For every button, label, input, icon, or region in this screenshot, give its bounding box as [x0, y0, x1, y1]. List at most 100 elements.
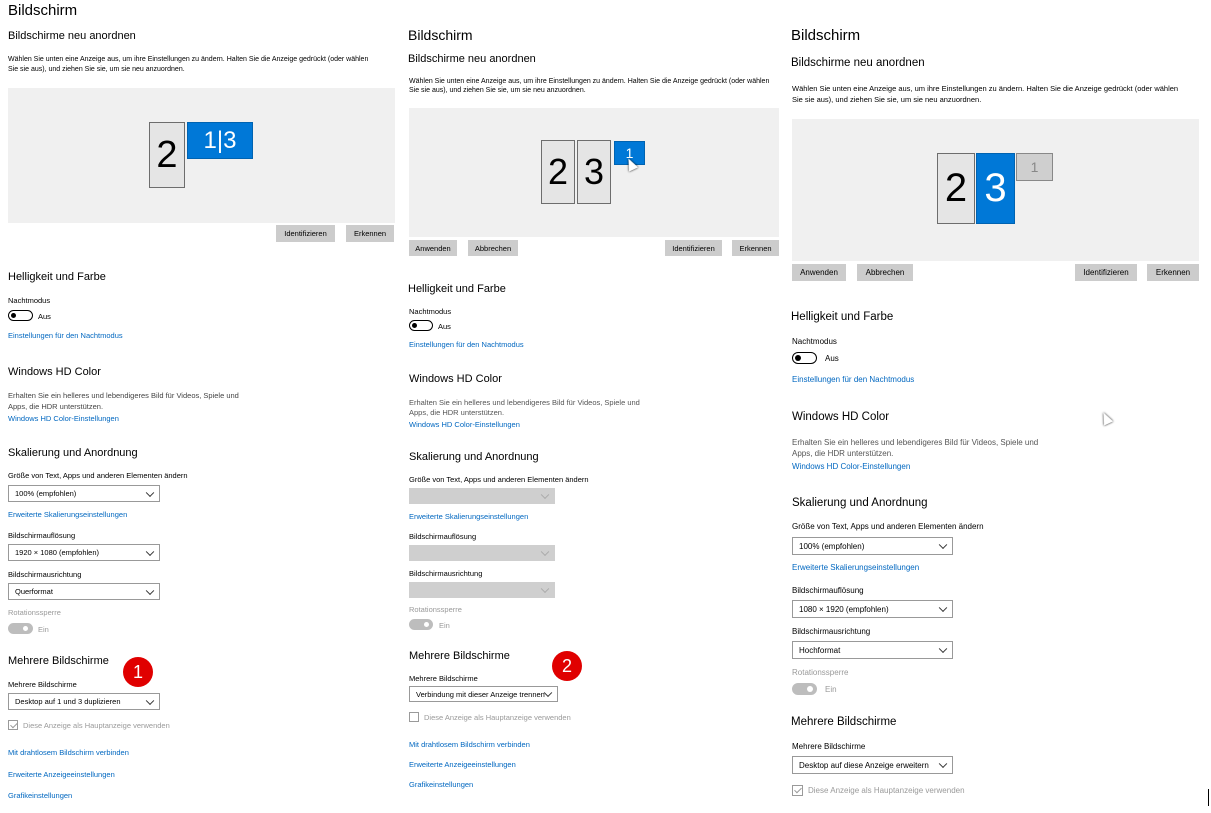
- hd-color-description: Apps, die HDR unterstützen.: [8, 402, 104, 411]
- checkmark-icon: [794, 785, 802, 794]
- detect-button[interactable]: Erkennen: [1147, 264, 1199, 281]
- resolution-value: 1080 × 1920 (empfohlen): [799, 604, 889, 614]
- annotation-badge: 2: [552, 651, 582, 681]
- rearrange-description: Sie sie aus), und ziehen Sie sie, um sie…: [792, 95, 982, 104]
- settings-panel-1: Bildschirm Bildschirme neu anordnen Wähl…: [0, 0, 400, 813]
- orientation-dropdown: [409, 582, 555, 598]
- identify-button[interactable]: Identifizieren: [276, 225, 335, 242]
- apply-button[interactable]: Anwenden: [409, 240, 457, 256]
- identify-button[interactable]: Identifizieren: [1075, 264, 1137, 281]
- rotation-lock-label: Rotationssperre: [409, 605, 462, 614]
- mouse-pointer-icon: [1098, 410, 1114, 426]
- multiple-displays-value: Desktop auf 1 und 3 duplizieren: [15, 697, 121, 706]
- scale-dropdown[interactable]: 100% (empfohlen): [8, 485, 160, 502]
- text-caret: [1208, 789, 1209, 806]
- multiple-displays-label: Mehrere Bildschirme: [409, 674, 478, 683]
- hd-color-settings-link[interactable]: Windows HD Color-Einstellungen: [792, 462, 910, 471]
- night-mode-toggle[interactable]: [409, 320, 433, 331]
- orientation-value: Hochformat: [799, 645, 841, 655]
- monitor-2[interactable]: 2: [937, 153, 975, 224]
- monitor-1-3[interactable]: 1|3: [187, 122, 253, 159]
- orientation-dropdown[interactable]: Hochformat: [792, 641, 953, 659]
- cancel-button[interactable]: Abbrechen: [857, 264, 913, 281]
- night-mode-toggle[interactable]: [8, 310, 33, 321]
- hd-color-description: Erhalten Sie ein helleres und lebendiger…: [409, 398, 640, 407]
- night-mode-state: Aus: [825, 354, 839, 363]
- resolution-dropdown: [409, 545, 555, 561]
- chevron-down-icon: [145, 488, 155, 497]
- chevron-down-icon: [938, 759, 948, 769]
- multiple-displays-label: Mehrere Bildschirme: [8, 680, 77, 689]
- resolution-label: Bildschirmauflösung: [8, 531, 76, 540]
- rearrange-heading: Bildschirme neu anordnen: [791, 57, 925, 69]
- night-mode-toggle[interactable]: [792, 352, 817, 364]
- multiple-displays-dropdown[interactable]: Desktop auf 1 und 3 duplizieren: [8, 693, 160, 710]
- rotation-lock-toggle: [792, 683, 817, 695]
- graphics-settings-link[interactable]: Grafikeinstellungen: [409, 780, 473, 789]
- monitor-2[interactable]: 2: [541, 140, 575, 204]
- advanced-scaling-link[interactable]: Erweiterte Skalierungseinstellungen: [409, 512, 528, 521]
- night-mode-settings-link[interactable]: Einstellungen für den Nachtmodus: [409, 340, 524, 349]
- apply-button[interactable]: Anwenden: [792, 264, 846, 281]
- main-display-label: Diese Anzeige als Hauptanzeige verwenden: [23, 721, 170, 730]
- night-mode-label: Nachtmodus: [8, 296, 51, 305]
- hd-color-settings-link[interactable]: Windows HD Color-Einstellungen: [409, 420, 520, 429]
- main-display-checkbox[interactable]: [8, 720, 18, 730]
- chevron-down-icon: [145, 696, 155, 705]
- monitor-1[interactable]: 1: [1016, 153, 1053, 181]
- multiple-displays-dropdown[interactable]: Desktop auf diese Anzeige erweitern: [792, 756, 953, 774]
- monitor-2[interactable]: 2: [149, 122, 185, 188]
- scale-dropdown[interactable]: 100% (empfohlen): [792, 537, 953, 555]
- wireless-display-link[interactable]: Mit drahtlosem Bildschirm verbinden: [8, 748, 129, 757]
- advanced-display-link[interactable]: Erweiterte Anzeigeeinstellungen: [8, 770, 115, 779]
- chevron-down-icon: [145, 547, 155, 556]
- night-mode-settings-link[interactable]: Einstellungen für den Nachtmodus: [8, 331, 123, 340]
- rotation-lock-state: Ein: [439, 621, 450, 630]
- display-arrangement-canvas[interactable]: 2 3 1: [792, 119, 1199, 261]
- monitor-3[interactable]: 3: [976, 153, 1015, 224]
- hd-color-heading: Windows HD Color: [409, 373, 502, 385]
- detect-button[interactable]: Erkennen: [732, 240, 779, 256]
- wireless-display-link[interactable]: Mit drahtlosem Bildschirm verbinden: [409, 740, 530, 749]
- main-display-checkbox[interactable]: [409, 712, 419, 722]
- graphics-settings-link[interactable]: Grafikeinstellungen: [8, 791, 72, 800]
- advanced-scaling-link[interactable]: Erweiterte Skalierungseinstellungen: [8, 510, 127, 519]
- main-display-label: Diese Anzeige als Hauptanzeige verwenden: [424, 713, 571, 722]
- rearrange-description: Wählen Sie unten eine Anzeige aus, um ih…: [8, 56, 369, 63]
- night-mode-label: Nachtmodus: [409, 307, 452, 316]
- cancel-button[interactable]: Abbrechen: [468, 240, 518, 256]
- chevron-down-icon: [145, 586, 155, 595]
- orientation-dropdown[interactable]: Querformat: [8, 583, 160, 600]
- multiple-displays-dropdown[interactable]: Verbindung mit dieser Anzeige trennen: [409, 686, 558, 702]
- chevron-down-icon: [543, 688, 553, 698]
- night-mode-settings-link[interactable]: Einstellungen für den Nachtmodus: [792, 375, 914, 384]
- chevron-down-icon: [938, 603, 948, 613]
- hd-color-description: Apps, die HDR unterstützen.: [792, 449, 894, 458]
- resolution-dropdown[interactable]: 1080 × 1920 (empfohlen): [792, 600, 953, 618]
- monitor-3[interactable]: 3: [577, 140, 611, 204]
- identify-button[interactable]: Identifizieren: [665, 240, 722, 256]
- resolution-label: Bildschirmauflösung: [792, 586, 864, 595]
- main-display-checkbox[interactable]: [792, 785, 803, 796]
- scaling-heading: Skalierung und Anordnung: [8, 447, 138, 459]
- multiple-displays-heading: Mehrere Bildschirme: [8, 655, 109, 667]
- display-arrangement-canvas[interactable]: 2 1|3: [8, 88, 395, 223]
- resolution-value: 1920 × 1080 (empfohlen): [15, 548, 100, 557]
- advanced-scaling-link[interactable]: Erweiterte Skalierungseinstellungen: [792, 563, 919, 572]
- brightness-heading: Helligkeit und Farbe: [791, 311, 894, 323]
- advanced-display-link[interactable]: Erweiterte Anzeigeeinstellungen: [409, 760, 516, 769]
- hd-color-heading: Windows HD Color: [792, 411, 890, 423]
- hd-color-description: Erhalten Sie ein helleres und lebendiger…: [792, 438, 1039, 447]
- display-arrangement-canvas[interactable]: 2 3 1: [409, 108, 779, 237]
- page-title: Bildschirm: [8, 2, 78, 19]
- scale-value: 100% (empfohlen): [799, 541, 865, 551]
- detect-button[interactable]: Erkennen: [346, 225, 394, 242]
- rotation-lock-state: Ein: [825, 685, 837, 694]
- hd-color-description: Apps, die HDR unterstützen.: [409, 408, 505, 417]
- resolution-dropdown[interactable]: 1920 × 1080 (empfohlen): [8, 544, 160, 561]
- resolution-label: Bildschirmauflösung: [409, 532, 477, 541]
- hd-color-settings-link[interactable]: Windows HD Color-Einstellungen: [8, 414, 119, 423]
- rearrange-description: Sie sie aus), und ziehen Sie sie, um sie…: [8, 66, 185, 73]
- rotation-lock-label: Rotationssperre: [8, 608, 61, 617]
- rearrange-description: Wählen Sie unten eine Anzeige aus, um ih…: [409, 78, 770, 85]
